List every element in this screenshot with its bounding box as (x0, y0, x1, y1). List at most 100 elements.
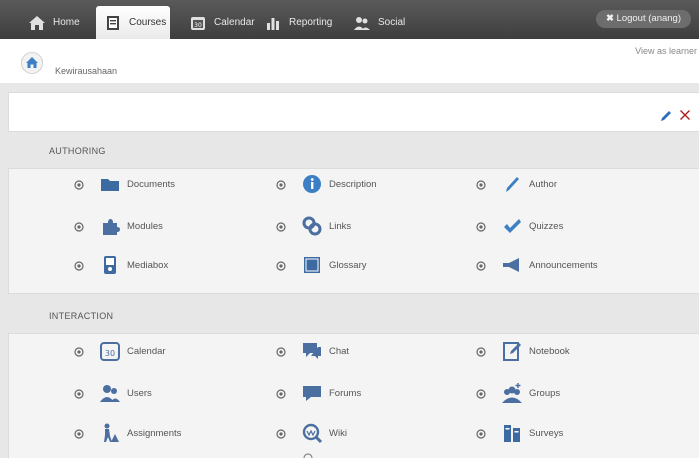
tab-calendar-label: Calendar (214, 17, 255, 28)
tool-users[interactable]: Users (73, 381, 152, 405)
tool-label: Users (127, 387, 152, 399)
partial-visibility-icon (303, 453, 313, 458)
visibility-icon[interactable] (475, 259, 487, 271)
tool-label: Wiki (329, 427, 347, 439)
calendar-icon: 30 (189, 14, 207, 32)
visibility-icon[interactable] (475, 220, 487, 232)
tool-label: Announcements (529, 259, 598, 271)
glossary-icon (304, 257, 320, 273)
tool-announcements[interactable]: Announcements (475, 253, 598, 277)
visibility-icon[interactable] (275, 345, 287, 357)
checkmark-icon (504, 219, 521, 233)
section-title-interaction: INTERACTION (49, 311, 114, 321)
breadcrumb (0, 39, 699, 83)
tab-social[interactable]: Social (345, 6, 405, 39)
tool-groups[interactable]: Groups (475, 381, 560, 405)
folder-icon (101, 179, 119, 191)
links-icon (302, 216, 322, 236)
tool-label: Calendar (127, 345, 166, 357)
visibility-icon[interactable] (475, 178, 487, 190)
wiki-icon (302, 423, 323, 444)
home-icon (28, 14, 46, 32)
tool-quizzes[interactable]: Quizzes (475, 214, 563, 238)
tab-calendar[interactable]: 30 Calendar (181, 6, 255, 39)
forum-icon (303, 386, 321, 401)
tool-mediabox[interactable]: Mediabox (73, 253, 168, 277)
tool-label: Groups (529, 387, 561, 399)
visibility-icon[interactable] (73, 220, 85, 232)
puzzle-icon (103, 219, 120, 235)
tool-chat[interactable]: Chat (275, 339, 349, 363)
tool-label: Quizzes (529, 220, 564, 232)
mediabox-icon (104, 256, 116, 274)
top-navbar: Home Courses 30 Calendar Reporting Socia… (0, 0, 699, 39)
groups-icon (502, 383, 522, 403)
visibility-icon[interactable] (475, 387, 487, 399)
tool-modules[interactable]: Modules (73, 214, 163, 238)
calendar-number: 30 (194, 22, 202, 29)
tab-home-label: Home (53, 17, 80, 28)
intro-toolbar (8, 92, 699, 132)
visibility-icon[interactable] (275, 178, 287, 190)
visibility-icon[interactable] (475, 427, 487, 439)
visibility-icon[interactable] (275, 427, 287, 439)
tool-label: Surveys (529, 427, 564, 439)
tab-courses-label: Courses (129, 17, 167, 28)
tab-reporting-label: Reporting (289, 17, 333, 28)
delete-icon[interactable] (678, 108, 692, 122)
tool-wiki[interactable]: Wiki (275, 421, 347, 445)
view-as-link[interactable]: View as learner (635, 46, 697, 56)
info-icon (303, 175, 321, 193)
tool-label: Author (529, 178, 557, 190)
reporting-icon (264, 14, 282, 32)
tool-links[interactable]: Links (275, 214, 351, 238)
tool-glossary[interactable]: Glossary (275, 253, 366, 277)
tool-author[interactable]: Author (475, 172, 557, 196)
home-link-icon[interactable] (21, 52, 43, 74)
visibility-icon[interactable] (475, 345, 487, 357)
visibility-icon[interactable] (275, 259, 287, 271)
visibility-icon[interactable] (73, 345, 85, 357)
tool-label: Mediabox (127, 259, 169, 271)
assignments-icon (104, 423, 119, 442)
tool-label: Documents (127, 178, 176, 190)
tool-label: Links (329, 220, 352, 232)
visibility-icon[interactable] (275, 387, 287, 399)
visibility-icon[interactable] (73, 178, 85, 190)
logout-label: Logout (anang) (616, 13, 681, 24)
tab-reporting[interactable]: Reporting (256, 6, 332, 39)
tool-surveys[interactable]: Surveys (475, 421, 563, 445)
logout-button[interactable]: ✖ Logout (anang) (595, 10, 691, 28)
calendar-number: 30 (105, 349, 115, 358)
visibility-icon[interactable] (275, 220, 287, 232)
tool-calendar[interactable]: 30 Calendar (73, 339, 166, 363)
tool-label: Notebook (529, 345, 570, 357)
breadcrumb-course[interactable]: Kewirausahaan (55, 66, 117, 76)
tool-label: Modules (127, 220, 163, 232)
tool-label: Chat (329, 345, 350, 357)
tool-forums[interactable]: Forums (275, 381, 361, 405)
users-icon (100, 385, 120, 402)
social-icon (353, 14, 371, 32)
courses-icon (104, 14, 122, 32)
tool-label: Description (329, 178, 377, 190)
tool-label: Forums (329, 387, 362, 399)
tool-notebook[interactable]: Notebook (475, 339, 570, 363)
tool-assignments[interactable]: Assignments (73, 421, 181, 445)
visibility-icon[interactable] (73, 427, 85, 439)
tool-label: Assignments (127, 427, 182, 439)
edit-icon[interactable] (659, 109, 673, 123)
section-title-authoring: AUTHORING (49, 146, 106, 156)
tool-documents[interactable]: Documents (73, 172, 175, 196)
tool-description[interactable]: Description (275, 172, 377, 196)
surveys-icon (504, 425, 520, 442)
calendar-icon: 30 (100, 342, 120, 361)
tab-home[interactable]: Home (20, 6, 80, 39)
pen-icon (506, 177, 519, 192)
visibility-icon[interactable] (73, 387, 85, 399)
visibility-icon[interactable] (73, 259, 85, 271)
megaphone-icon (503, 258, 519, 272)
tab-social-label: Social (378, 17, 406, 28)
chat-icon (303, 343, 321, 359)
tab-courses[interactable]: Courses (96, 6, 170, 39)
